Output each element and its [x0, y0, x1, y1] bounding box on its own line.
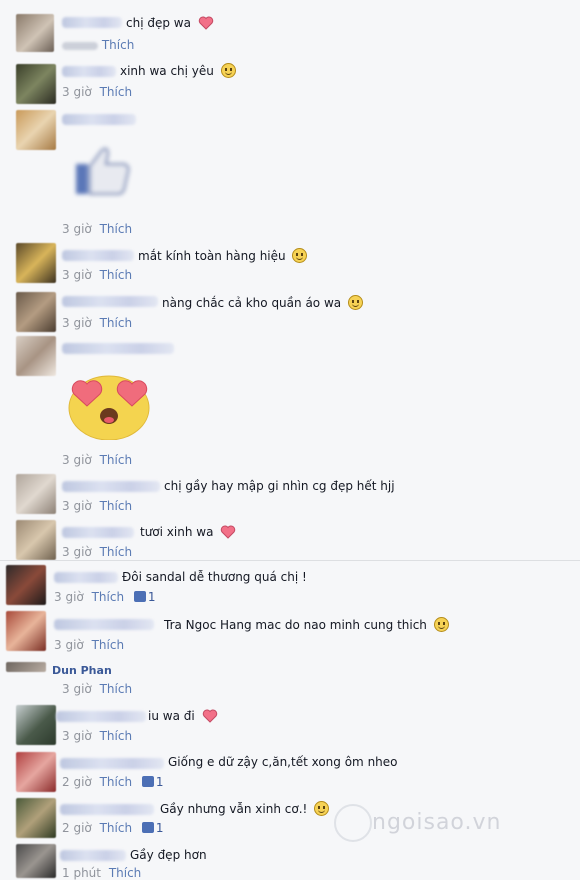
- author-name[interactable]: [60, 758, 164, 769]
- like-link[interactable]: Thích: [100, 222, 132, 236]
- like-count-icon: [133, 591, 146, 602]
- like-link[interactable]: Thích: [100, 775, 132, 789]
- comment-text: Đôi sandal dễ thương quá chị !: [122, 570, 307, 584]
- author-name[interactable]: Dun Phan: [52, 664, 112, 677]
- avatar[interactable]: [6, 611, 46, 651]
- avatar[interactable]: [16, 844, 56, 878]
- comment-text: Tra Ngoc Hang mac do nao minh cung thich: [164, 618, 427, 632]
- avatar[interactable]: [16, 64, 56, 104]
- comment-text: mắt kính toàn hàng hiệu: [138, 249, 286, 263]
- comment-text: nàng chắc cả kho quần áo wa: [162, 296, 342, 310]
- comment-text: Gầy đẹp hơn: [130, 848, 207, 862]
- author-name[interactable]: [62, 527, 134, 538]
- comment-time: 3 giờ: [54, 590, 84, 604]
- comment-text: tươi xinh wa: [140, 525, 214, 539]
- like-link[interactable]: Thích: [100, 85, 132, 99]
- avatar[interactable]: [16, 752, 56, 792]
- avatar[interactable]: [16, 798, 56, 838]
- heart-eyes-sticker-icon: [68, 375, 150, 440]
- author-name[interactable]: [62, 343, 174, 354]
- avatar[interactable]: [6, 565, 46, 605]
- avatar[interactable]: [16, 336, 56, 376]
- author-name[interactable]: [56, 711, 146, 722]
- like-link[interactable]: Thích: [100, 316, 132, 330]
- smile-emoji-icon: [347, 295, 363, 310]
- smile-emoji-icon: [314, 801, 330, 816]
- heart-emoji-icon: [198, 16, 213, 30]
- like-link[interactable]: Thích: [92, 638, 124, 652]
- like-link[interactable]: Thích: [92, 590, 124, 604]
- author-name[interactable]: [62, 66, 116, 77]
- author-name[interactable]: [60, 804, 154, 815]
- author-name[interactable]: [54, 619, 154, 630]
- like-sticker-icon: [76, 147, 130, 195]
- author-name[interactable]: [62, 296, 158, 307]
- like-count[interactable]: 1: [156, 821, 164, 835]
- author-name[interactable]: [62, 250, 134, 261]
- like-link[interactable]: Thích: [100, 499, 132, 513]
- comment-time: 3 giờ: [62, 268, 92, 282]
- comment-time: 3 giờ: [54, 638, 84, 652]
- avatar[interactable]: [16, 243, 56, 283]
- like-link[interactable]: Thích: [100, 453, 132, 467]
- like-link[interactable]: Thích: [100, 821, 132, 835]
- author-name[interactable]: [62, 481, 160, 492]
- time-blurred: [62, 41, 98, 50]
- avatar[interactable]: [16, 520, 56, 560]
- like-link[interactable]: Thích: [100, 729, 132, 743]
- comment-time: 3 giờ: [62, 453, 92, 467]
- heart-emoji-icon: [202, 709, 217, 723]
- like-link[interactable]: Thích: [100, 682, 132, 696]
- comment-time: 2 giờ: [62, 775, 92, 789]
- like-count[interactable]: 1: [148, 590, 156, 604]
- comment-text: xinh wa chị yêu: [120, 64, 214, 78]
- comment-time: 3 giờ: [62, 85, 92, 99]
- comment-time: 3 giờ: [62, 545, 92, 559]
- author-name[interactable]: [62, 114, 136, 125]
- avatar[interactable]: [16, 292, 56, 332]
- author-name[interactable]: [60, 850, 126, 861]
- comment-text: Gầy nhưng vẫn xinh cơ.!: [160, 802, 308, 816]
- watermark: ngoisao.vn: [372, 810, 502, 835]
- like-count[interactable]: 1: [156, 775, 164, 789]
- like-count-icon: [141, 776, 154, 787]
- avatar[interactable]: [16, 110, 56, 150]
- comment-time: 3 giờ: [62, 222, 92, 236]
- comment-time: 3 giờ: [62, 499, 92, 513]
- watermark-logo-icon: [334, 804, 372, 842]
- comment-time: 3 giờ: [62, 729, 92, 743]
- comment-time: 3 giờ: [62, 682, 92, 696]
- comment-time: 3 giờ: [62, 316, 92, 330]
- comment-text: chị đẹp wa: [126, 16, 191, 30]
- comment-text: iu wa đi: [148, 709, 195, 723]
- author-name[interactable]: [54, 572, 118, 583]
- comment-text: Giống e dữ zậy c,ăn,tết xong ôm nheo: [168, 755, 398, 769]
- comment-time: 2 giờ: [62, 821, 92, 835]
- avatar[interactable]: [16, 14, 54, 52]
- heart-emoji-icon: [221, 525, 236, 539]
- avatar[interactable]: [16, 705, 56, 745]
- smile-emoji-icon: [220, 63, 236, 78]
- author-name[interactable]: [62, 17, 122, 28]
- like-count-icon: [141, 822, 154, 833]
- smile-emoji-icon: [433, 617, 449, 632]
- like-link[interactable]: Thích: [102, 38, 134, 52]
- like-link[interactable]: Thích: [100, 545, 132, 559]
- comment-text: chị gầy hay mập gi nhìn cg đẹp hết hjj: [164, 479, 395, 493]
- like-link[interactable]: Thích: [100, 268, 132, 282]
- avatar[interactable]: [6, 662, 46, 672]
- avatar[interactable]: [16, 474, 56, 514]
- smile-emoji-icon: [292, 248, 308, 263]
- section-divider: [0, 560, 580, 561]
